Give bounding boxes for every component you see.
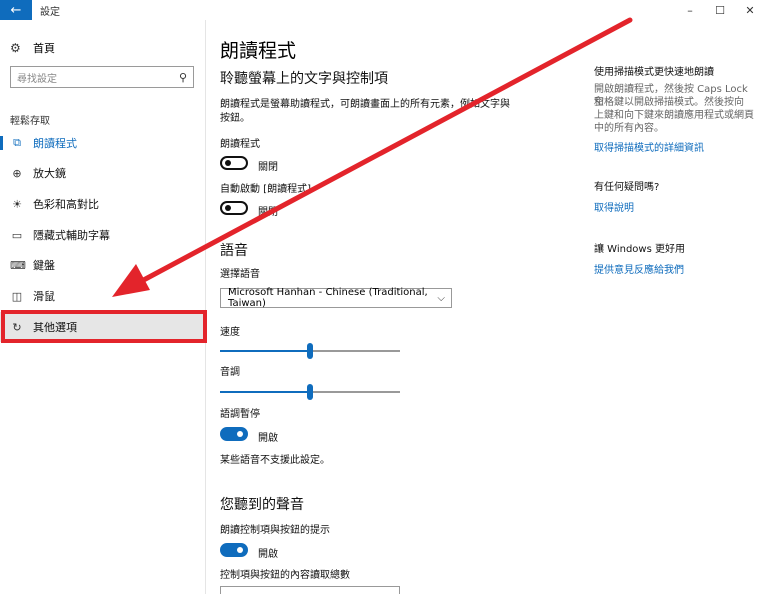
- section-heading-voice: 語音: [220, 243, 248, 259]
- back-arrow-icon: ←: [10, 2, 22, 18]
- minimize-button[interactable]: –: [674, 0, 706, 20]
- description-line-2: 按鈕。: [220, 113, 250, 124]
- search-icon: ⚲: [178, 70, 187, 84]
- narrator-icon: ⧉: [13, 136, 21, 149]
- sidebar-item-label: 色彩和高對比: [33, 198, 99, 211]
- close-button[interactable]: ✕: [734, 0, 764, 20]
- slider-fill: [220, 350, 310, 352]
- window-title: 設定: [40, 6, 60, 18]
- narrator-toggle[interactable]: [220, 156, 248, 170]
- search-input[interactable]: 尋找設定 ⚲: [10, 66, 194, 88]
- voice-select[interactable]: Microsoft Hanhan - Chinese (Traditional,…: [220, 287, 452, 309]
- speed-slider[interactable]: [220, 343, 400, 359]
- keyboard-icon: ⌨: [10, 258, 26, 272]
- highlight-box: [1, 310, 207, 343]
- arrow-shaft: [135, 17, 633, 286]
- context-select[interactable]: [220, 586, 400, 594]
- pause-state: 開啟: [258, 433, 278, 444]
- hints-label: 朗讀控制項與按鈕的提示: [220, 525, 330, 536]
- sidebar-item-keyboard[interactable]: ⌨ 鍵盤: [0, 250, 206, 280]
- magnifier-icon: ⊕: [12, 166, 22, 180]
- pause-toggle[interactable]: [220, 427, 248, 441]
- scan-mode-link[interactable]: 取得掃描模式的詳細資訊: [594, 139, 704, 154]
- scan-mode-title: 使用掃描模式更快速地朗讀: [594, 67, 714, 78]
- scan-mode-body-2: 空格鍵以開啟掃描模式。然後按向: [594, 97, 744, 108]
- toggle-knob: [225, 160, 231, 166]
- sidebar-item-mouse[interactable]: ◫ 滑鼠: [0, 281, 206, 311]
- sidebar-item-label: 放大鏡: [33, 167, 66, 180]
- section-label: 輕鬆存取: [10, 116, 50, 127]
- narrator-label: 朗讀程式: [220, 139, 260, 150]
- sidebar-item-label: 朗讀程式: [33, 137, 77, 150]
- sidebar-item-color-contrast[interactable]: ☀ 色彩和高對比: [0, 189, 206, 219]
- sidebar-item-label: 隱藏式輔助字幕: [33, 229, 110, 242]
- hints-toggle[interactable]: [220, 543, 248, 557]
- sidebar-item-magnifier[interactable]: ⊕ 放大鏡: [0, 158, 206, 188]
- scan-mode-body-3: 上鍵和向下鍵來朗讀應用程式或網頁: [594, 110, 754, 121]
- pitch-slider[interactable]: [220, 384, 400, 400]
- pause-label: 語調暫停: [220, 409, 260, 420]
- back-button[interactable]: ←: [0, 0, 32, 20]
- autostart-toggle[interactable]: [220, 201, 248, 215]
- slider-fill: [220, 391, 310, 393]
- page-title: 朗讀程式: [220, 40, 297, 62]
- home-link[interactable]: ⚙ 首頁: [10, 40, 55, 56]
- sidebar: ⚙ 首頁 尋找設定 ⚲ 輕鬆存取 ⧉ 朗讀程式 ⊕ 放大鏡 ☀ 色彩和高對比 ▭…: [0, 20, 206, 594]
- autostart-label: 自動啟動 [朗讀程式]: [220, 184, 311, 195]
- maximize-button[interactable]: ☐: [704, 0, 736, 20]
- autostart-state: 關閉: [258, 207, 278, 218]
- slider-thumb[interactable]: [307, 343, 313, 359]
- sidebar-item-label: 滑鼠: [33, 290, 55, 303]
- home-label: 首頁: [33, 42, 55, 55]
- chevron-down-icon: ⌵: [437, 292, 445, 304]
- improve-heading: 讓 Windows 更好用: [594, 244, 685, 255]
- get-help-link[interactable]: 取得說明: [594, 199, 634, 214]
- gear-icon: ⚙: [10, 41, 21, 55]
- narrator-state: 關閉: [258, 162, 278, 173]
- toggle-knob: [225, 205, 231, 211]
- section-heading-listen: 聆聽螢幕上的文字與控制項: [220, 71, 388, 87]
- description-line-1: 朗讀程式是螢幕助讀程式，可朗讀畫面上的所有元素，例如文字與: [220, 99, 510, 110]
- hints-state: 開啟: [258, 549, 278, 560]
- sidebar-item-label: 鍵盤: [33, 259, 55, 272]
- feedback-link[interactable]: 提供意見反應給我們: [594, 261, 684, 276]
- voice-select-value: Microsoft Hanhan - Chinese (Traditional,…: [228, 287, 428, 309]
- mouse-icon: ◫: [11, 289, 23, 303]
- context-label: 控制項與按鈕的內容讀取總數: [220, 570, 350, 581]
- speed-label: 速度: [220, 327, 240, 338]
- title-bar: ← 設定: [0, 0, 764, 20]
- toggle-knob: [237, 431, 243, 437]
- toggle-knob: [237, 547, 243, 553]
- captions-icon: ▭: [11, 228, 23, 242]
- choose-voice-label: 選擇語音: [220, 269, 260, 280]
- pitch-label: 音調: [220, 367, 240, 378]
- question-heading: 有任何疑問嗎?: [594, 182, 660, 193]
- section-heading-sounds: 您聽到的聲音: [220, 497, 304, 513]
- brightness-icon: ☀: [12, 197, 22, 211]
- voice-note: 某些語音不支援此設定。: [220, 455, 330, 466]
- scan-mode-body-4: 中的所有內容。: [594, 123, 664, 134]
- sidebar-item-narrator[interactable]: ⧉ 朗讀程式: [0, 128, 206, 158]
- slider-thumb[interactable]: [307, 384, 313, 400]
- sidebar-item-captions[interactable]: ▭ 隱藏式輔助字幕: [0, 220, 206, 250]
- search-placeholder: 尋找設定: [17, 73, 57, 85]
